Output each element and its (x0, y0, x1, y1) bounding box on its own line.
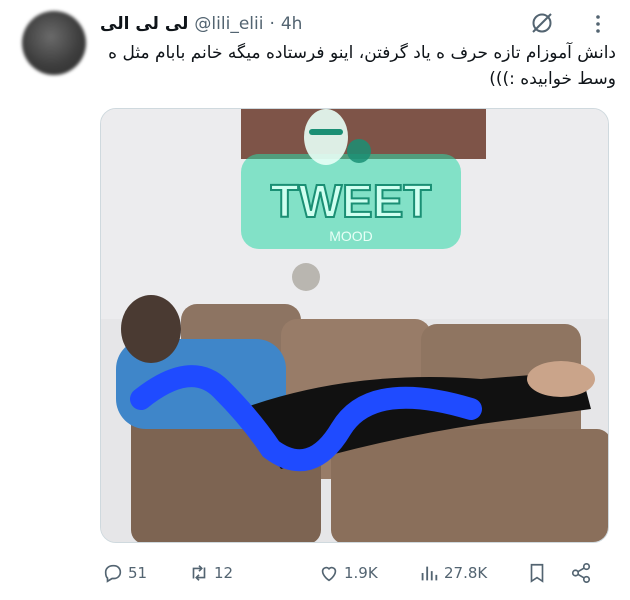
reply-count: 51 (128, 564, 148, 582)
watermark-subtext: MOOD (329, 228, 373, 244)
share-icon (571, 563, 591, 583)
like-count: 1.9K (344, 564, 378, 582)
views-icon (421, 566, 438, 581)
reply-icon (104, 564, 122, 583)
media-photo: TWEET MOOD (101, 109, 608, 542)
tweet-media[interactable]: TWEET MOOD (100, 108, 609, 543)
tweet-header: لی لی الی @lili_elii · 4h (100, 12, 302, 36)
separator: · (269, 14, 275, 34)
retweet-icon (192, 565, 206, 581)
more-icon[interactable] (588, 14, 608, 34)
bookmark-icon (530, 563, 544, 583)
views-count: 27.8K (444, 564, 488, 582)
user-handle[interactable]: @lili_elii (194, 14, 263, 34)
grok-icon[interactable] (528, 9, 556, 37)
timestamp[interactable]: 4h (281, 14, 303, 34)
watermark-text: TWEET (271, 175, 432, 227)
reply-button[interactable]: 51 (102, 562, 147, 584)
tweet-text: دانش آموزام تازه حرف ه یاد گرفتن، اینو ف… (108, 43, 616, 89)
retweet-button[interactable]: 12 (188, 562, 233, 584)
views-button[interactable]: 27.8K (418, 562, 487, 584)
bookmark-button[interactable] (526, 562, 548, 584)
action-bar: 51 12 1.9K 27.8K (100, 562, 610, 586)
retweet-count: 12 (214, 564, 234, 582)
avatar[interactable] (22, 11, 86, 75)
like-button[interactable]: 1.9K (318, 562, 378, 584)
like-icon (321, 566, 337, 582)
share-button[interactable] (570, 562, 592, 584)
display-name[interactable]: لی لی الی (100, 14, 188, 34)
